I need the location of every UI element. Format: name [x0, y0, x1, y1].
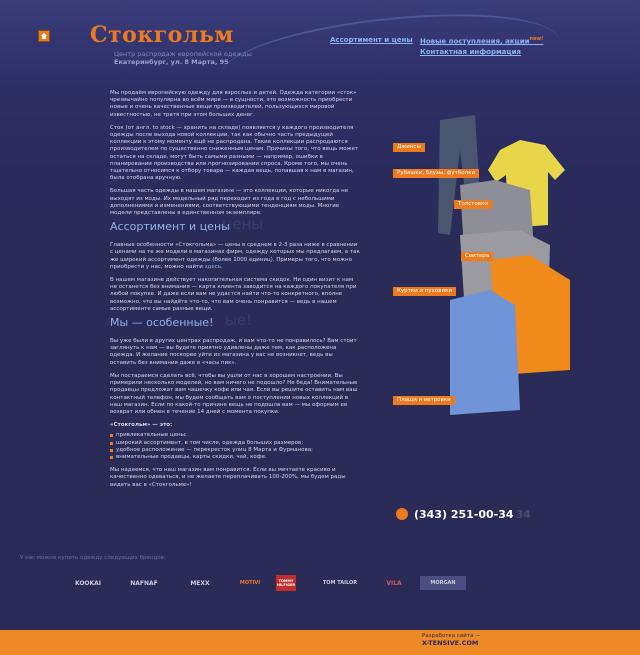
clothing-collage-image [438, 115, 570, 415]
brand-logo[interactable]: NAFNAF [116, 576, 172, 590]
developer-credit[interactable]: Разработка сайта — X-TENSIVE.COM [422, 633, 481, 648]
brand-logo[interactable]: KOOKAI [60, 576, 116, 590]
category-hoodies[interactable]: Толстовки [454, 200, 492, 209]
address-line-2: Екатеринбург, ул. 8 Марта, 95 [114, 58, 229, 66]
footer-bar: Разработка сайта — X-TENSIVE.COM [0, 630, 640, 655]
home-icon[interactable] [38, 30, 50, 42]
special-paragraph-2: Мы постараемся сделать всё, чтобы вы ушл… [110, 372, 358, 415]
new-badge: new! [529, 36, 544, 42]
list-item: удобное расположение — перекресток улиц … [110, 447, 360, 454]
assortment-paragraph-2: В нашем магазине действует накопительная… [110, 277, 357, 312]
category-raincoats[interactable]: Плащи и ветровки [393, 396, 455, 405]
section-assortment-title-text: Ассортимент и цены [110, 220, 230, 234]
intro-paragraph-3: Большая часть одежды в нашем магазине — … [110, 188, 349, 217]
address-line-1: Центр распродаж европейской одежды [114, 50, 252, 58]
intro-paragraph-2: Сток (от англ. to stock — хранить на скл… [110, 124, 359, 182]
phone-number-text: (343) 251-00-34 [414, 508, 514, 521]
section-special-title-text: Мы — особенные! [110, 316, 214, 330]
intro-paragraph-1: Мы продаём европейскую одежду для взросл… [110, 90, 357, 118]
assortment-paragraph-1: Главные особенности «Стокгольма» — цены … [110, 242, 360, 270]
section-assortment-ghost: цены [222, 215, 264, 234]
brand-logo[interactable]: MOTIVI [228, 576, 272, 590]
special-paragraph-1: Вы уже были в других центрах распродаж, … [110, 338, 357, 366]
category-jeans[interactable]: Джинсы [393, 143, 425, 152]
closing-paragraph: Мы надеемся, что наш магазин вам понрави… [110, 467, 346, 488]
section-special-ghost: ые! [225, 311, 253, 330]
features-list-title: «Стокгольм» — это: [110, 422, 173, 429]
nav-contacts-link[interactable]: Контактная информация [420, 48, 521, 56]
store-address: Центр распродаж европейской одежды Екате… [114, 50, 252, 66]
brand-logo[interactable]: TOMMY HILFIGER [276, 575, 296, 591]
nav-new-arrivals[interactable]: Новые поступления, акцииnew! [420, 36, 543, 45]
nav-assortment-link[interactable]: Ассортимент и цены [330, 36, 413, 44]
brand-logo[interactable]: TOM TAILOR [310, 576, 370, 590]
list-item: внимательные продавцы, карты скидки, чай… [110, 454, 360, 461]
phone-number: (343) 251-00-34 34 [414, 508, 531, 521]
brand-logo[interactable]: MORGAN [420, 576, 466, 590]
list-item: привлекательные цены; [110, 432, 360, 439]
developer-credit-link[interactable]: X-TENSIVE.COM [422, 639, 478, 647]
section-assortment-title: Ассортимент и цены цены [110, 215, 360, 236]
category-sweaters[interactable]: Свитера [461, 252, 494, 261]
nav-new-arrivals-label[interactable]: Новые поступления, акции [420, 37, 530, 45]
brand-logo[interactable]: MEXX [172, 576, 228, 590]
main-content: Мы продаём европейскую одежду для взросл… [110, 90, 360, 495]
features-list: привлекательные цены; широкий ассортимен… [110, 432, 360, 461]
site-logo[interactable]: Стокгольм [90, 22, 234, 48]
brand-logo[interactable]: VILA [372, 576, 416, 590]
examples-link[interactable]: здесь [205, 264, 221, 270]
brands-title: У нас можно купить одежду следующих брен… [20, 555, 166, 561]
section-special-title: Мы — особенные! ые! [110, 311, 360, 332]
phone-ghost: 34 [515, 508, 531, 521]
assortment-text: Главные особенности «Стокгольма» — цены … [110, 242, 360, 270]
phone-icon [396, 508, 408, 520]
list-item: широкий ассортимент, в том числе, одежда… [110, 440, 360, 447]
category-shirts[interactable]: Рубашки, блузы, футболки [393, 169, 480, 178]
raincoat-shape [450, 290, 520, 415]
category-jackets[interactable]: Куртки и пуховики [393, 287, 457, 296]
